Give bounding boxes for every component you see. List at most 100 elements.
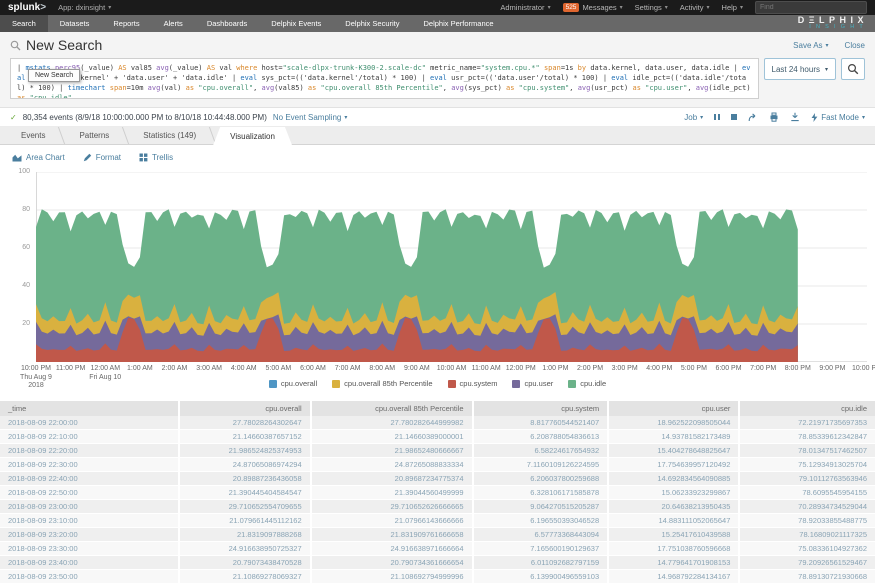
table-cell[interactable]: 14.692834564090885 <box>608 472 739 486</box>
column-header-cpu-overall[interactable]: cpu.overall <box>179 401 310 416</box>
table-cell[interactable]: 14.968792284134167 <box>608 570 739 584</box>
close-button[interactable]: Close <box>845 41 865 50</box>
search-query-input[interactable]: | mstats perc95(_value) AS val85 avg(_va… <box>10 58 759 99</box>
search-mode-menu[interactable]: Fast Mode▾ <box>811 113 865 122</box>
column-header-cpu-system[interactable]: cpu.system <box>473 401 609 416</box>
table-row[interactable]: 2018-08-09 23:10:0021.07966144511216221.… <box>0 514 875 528</box>
table-cell[interactable]: 6.58224617654932 <box>473 444 609 458</box>
table-cell[interactable]: 2018-08-09 22:30:00 <box>0 458 179 472</box>
table-cell[interactable]: 18.962522098505044 <box>608 416 739 430</box>
table-row[interactable]: 2018-08-09 22:40:0020.8988723643605820.8… <box>0 472 875 486</box>
splunk-logo[interactable]: splunk> <box>8 2 46 13</box>
stop-job-button[interactable] <box>731 114 737 120</box>
find-input[interactable] <box>755 1 867 14</box>
table-cell[interactable]: 21.14660389000001 <box>311 430 473 444</box>
table-cell[interactable]: 29.710652554709655 <box>179 500 310 514</box>
table-cell[interactable]: 27.780282644999982 <box>311 416 473 430</box>
table-row[interactable]: 2018-08-09 22:30:0024.8706508697429424.8… <box>0 458 875 472</box>
table-cell[interactable]: 20.89887236436058 <box>179 472 310 486</box>
table-cell[interactable]: 6.196550393046528 <box>473 514 609 528</box>
tab-visualization[interactable]: Visualization <box>213 127 292 145</box>
time-range-picker[interactable]: Last 24 hours▾ <box>764 58 837 80</box>
table-cell[interactable]: 24.87265088833334 <box>311 458 473 472</box>
table-cell[interactable]: 24.87065086974294 <box>179 458 310 472</box>
table-cell[interactable]: 2018-08-09 22:20:00 <box>0 444 179 458</box>
pause-job-button[interactable] <box>714 114 720 120</box>
table-cell[interactable]: 78.89130721930668 <box>739 570 875 584</box>
menu-activity[interactable]: Activity▾ <box>680 3 710 12</box>
table-cell[interactable]: 27.78028264302647 <box>179 416 310 430</box>
table-cell[interactable]: 2018-08-09 22:10:00 <box>0 430 179 444</box>
table-cell[interactable]: 2018-08-09 23:30:00 <box>0 542 179 556</box>
job-menu[interactable]: Job▾ <box>684 113 703 122</box>
table-cell[interactable]: 78.85339612342847 <box>739 430 875 444</box>
table-cell[interactable]: 29.710652626666665 <box>311 500 473 514</box>
table-row[interactable]: 2018-08-09 23:40:0020.7907343847052820.7… <box>0 556 875 570</box>
legend-item-cpu-overall-85th-percentile[interactable]: cpu.overall 85th Percentile <box>332 379 432 388</box>
table-row[interactable]: 2018-08-09 23:30:0024.91663895072532724.… <box>0 542 875 556</box>
save-as-button[interactable]: Save As▾ <box>793 41 828 50</box>
table-cell[interactable]: 21.079661445112162 <box>179 514 310 528</box>
table-cell[interactable]: 9.064270515205287 <box>473 500 609 514</box>
table-cell[interactable]: 21.390445404584547 <box>179 486 310 500</box>
table-cell[interactable]: 2018-08-09 23:40:00 <box>0 556 179 570</box>
table-row[interactable]: 2018-08-09 22:10:0021.1466038765715221.1… <box>0 430 875 444</box>
table-cell[interactable]: 2018-08-09 22:50:00 <box>0 486 179 500</box>
table-cell[interactable]: 6.011092682797159 <box>473 556 609 570</box>
table-row[interactable]: 2018-08-09 22:00:0027.7802826430264727.7… <box>0 416 875 430</box>
table-cell[interactable]: 79.10112763563946 <box>739 472 875 486</box>
table-cell[interactable]: 20.89687234775374 <box>311 472 473 486</box>
table-cell[interactable]: 6.57773368443094 <box>473 528 609 542</box>
table-cell[interactable]: 17.751038760596668 <box>608 542 739 556</box>
table-cell[interactable]: 24.916638971666664 <box>311 542 473 556</box>
table-cell[interactable]: 72.21971735697353 <box>739 416 875 430</box>
table-cell[interactable]: 21.14660387657152 <box>179 430 310 444</box>
table-cell[interactable]: 15.06233923299867 <box>608 486 739 500</box>
table-cell[interactable]: 70.28934734529044 <box>739 500 875 514</box>
table-cell[interactable]: 78.6095545954155 <box>739 486 875 500</box>
table-cell[interactable]: 20.79073438470528 <box>179 556 310 570</box>
legend-item-cpu-idle[interactable]: cpu.idle <box>568 379 606 388</box>
nav-item-delphix-performance[interactable]: Delphix Performance <box>412 15 506 32</box>
table-cell[interactable]: 21.986524825374953 <box>179 444 310 458</box>
table-cell[interactable]: 2018-08-09 22:00:00 <box>0 416 179 430</box>
column-header-cpu-overall-85th-percentile[interactable]: cpu.overall 85th Percentile <box>311 401 473 416</box>
table-cell[interactable]: 2018-08-09 23:50:00 <box>0 570 179 584</box>
legend-item-cpu-system[interactable]: cpu.system <box>448 379 498 388</box>
nav-item-search[interactable]: Search <box>0 15 48 32</box>
table-cell[interactable]: 17.754639957120492 <box>608 458 739 472</box>
table-cell[interactable]: 78.01347517462507 <box>739 444 875 458</box>
table-cell[interactable]: 7.1160109126224595 <box>473 458 609 472</box>
app-menu[interactable]: App: dxinsight▾ <box>58 3 111 12</box>
nav-item-delphix-events[interactable]: Delphix Events <box>259 15 333 32</box>
table-cell[interactable]: 20.64638213950435 <box>608 500 739 514</box>
chart-type-picker[interactable]: Area Chart <box>12 153 65 162</box>
table-cell[interactable]: 78.92033855488775 <box>739 514 875 528</box>
menu-settings[interactable]: Settings▾ <box>635 3 668 12</box>
table-cell[interactable]: 21.108692794999996 <box>311 570 473 584</box>
menu-messages[interactable]: 525Messages▾ <box>563 3 623 12</box>
table-cell[interactable]: 6.139900496559103 <box>473 570 609 584</box>
table-cell[interactable]: 20.790734361666654 <box>311 556 473 570</box>
table-cell[interactable]: 78.16809021117325 <box>739 528 875 542</box>
table-cell[interactable]: 2018-08-09 22:40:00 <box>0 472 179 486</box>
table-row[interactable]: 2018-08-09 22:50:0021.39044540458454721.… <box>0 486 875 500</box>
table-cell[interactable]: 79.20926561529467 <box>739 556 875 570</box>
table-cell[interactable]: 2018-08-09 23:20:00 <box>0 528 179 542</box>
table-cell[interactable]: 6.206037800259688 <box>473 472 609 486</box>
table-cell[interactable]: 21.98652480666667 <box>311 444 473 458</box>
tab-statistics-149[interactable]: Statistics (149) <box>126 127 213 144</box>
table-cell[interactable]: 14.779641701908153 <box>608 556 739 570</box>
table-cell[interactable]: 7.165600190129637 <box>473 542 609 556</box>
table-cell[interactable]: 2018-08-09 23:10:00 <box>0 514 179 528</box>
table-row[interactable]: 2018-08-09 23:50:0021.1086927806932721.1… <box>0 570 875 584</box>
menu-administrator[interactable]: Administrator▾ <box>500 3 550 12</box>
chart-plot-area[interactable] <box>36 172 867 362</box>
tab-patterns[interactable]: Patterns <box>62 127 126 144</box>
table-row[interactable]: 2018-08-09 23:20:0021.831909788826821.83… <box>0 528 875 542</box>
menu-help[interactable]: Help▾ <box>722 3 743 12</box>
table-cell[interactable]: 15.404278648825647 <box>608 444 739 458</box>
format-button[interactable]: Format <box>83 153 121 162</box>
table-cell[interactable]: 15.25417610439588 <box>608 528 739 542</box>
table-cell[interactable]: 21.39044560499999 <box>311 486 473 500</box>
